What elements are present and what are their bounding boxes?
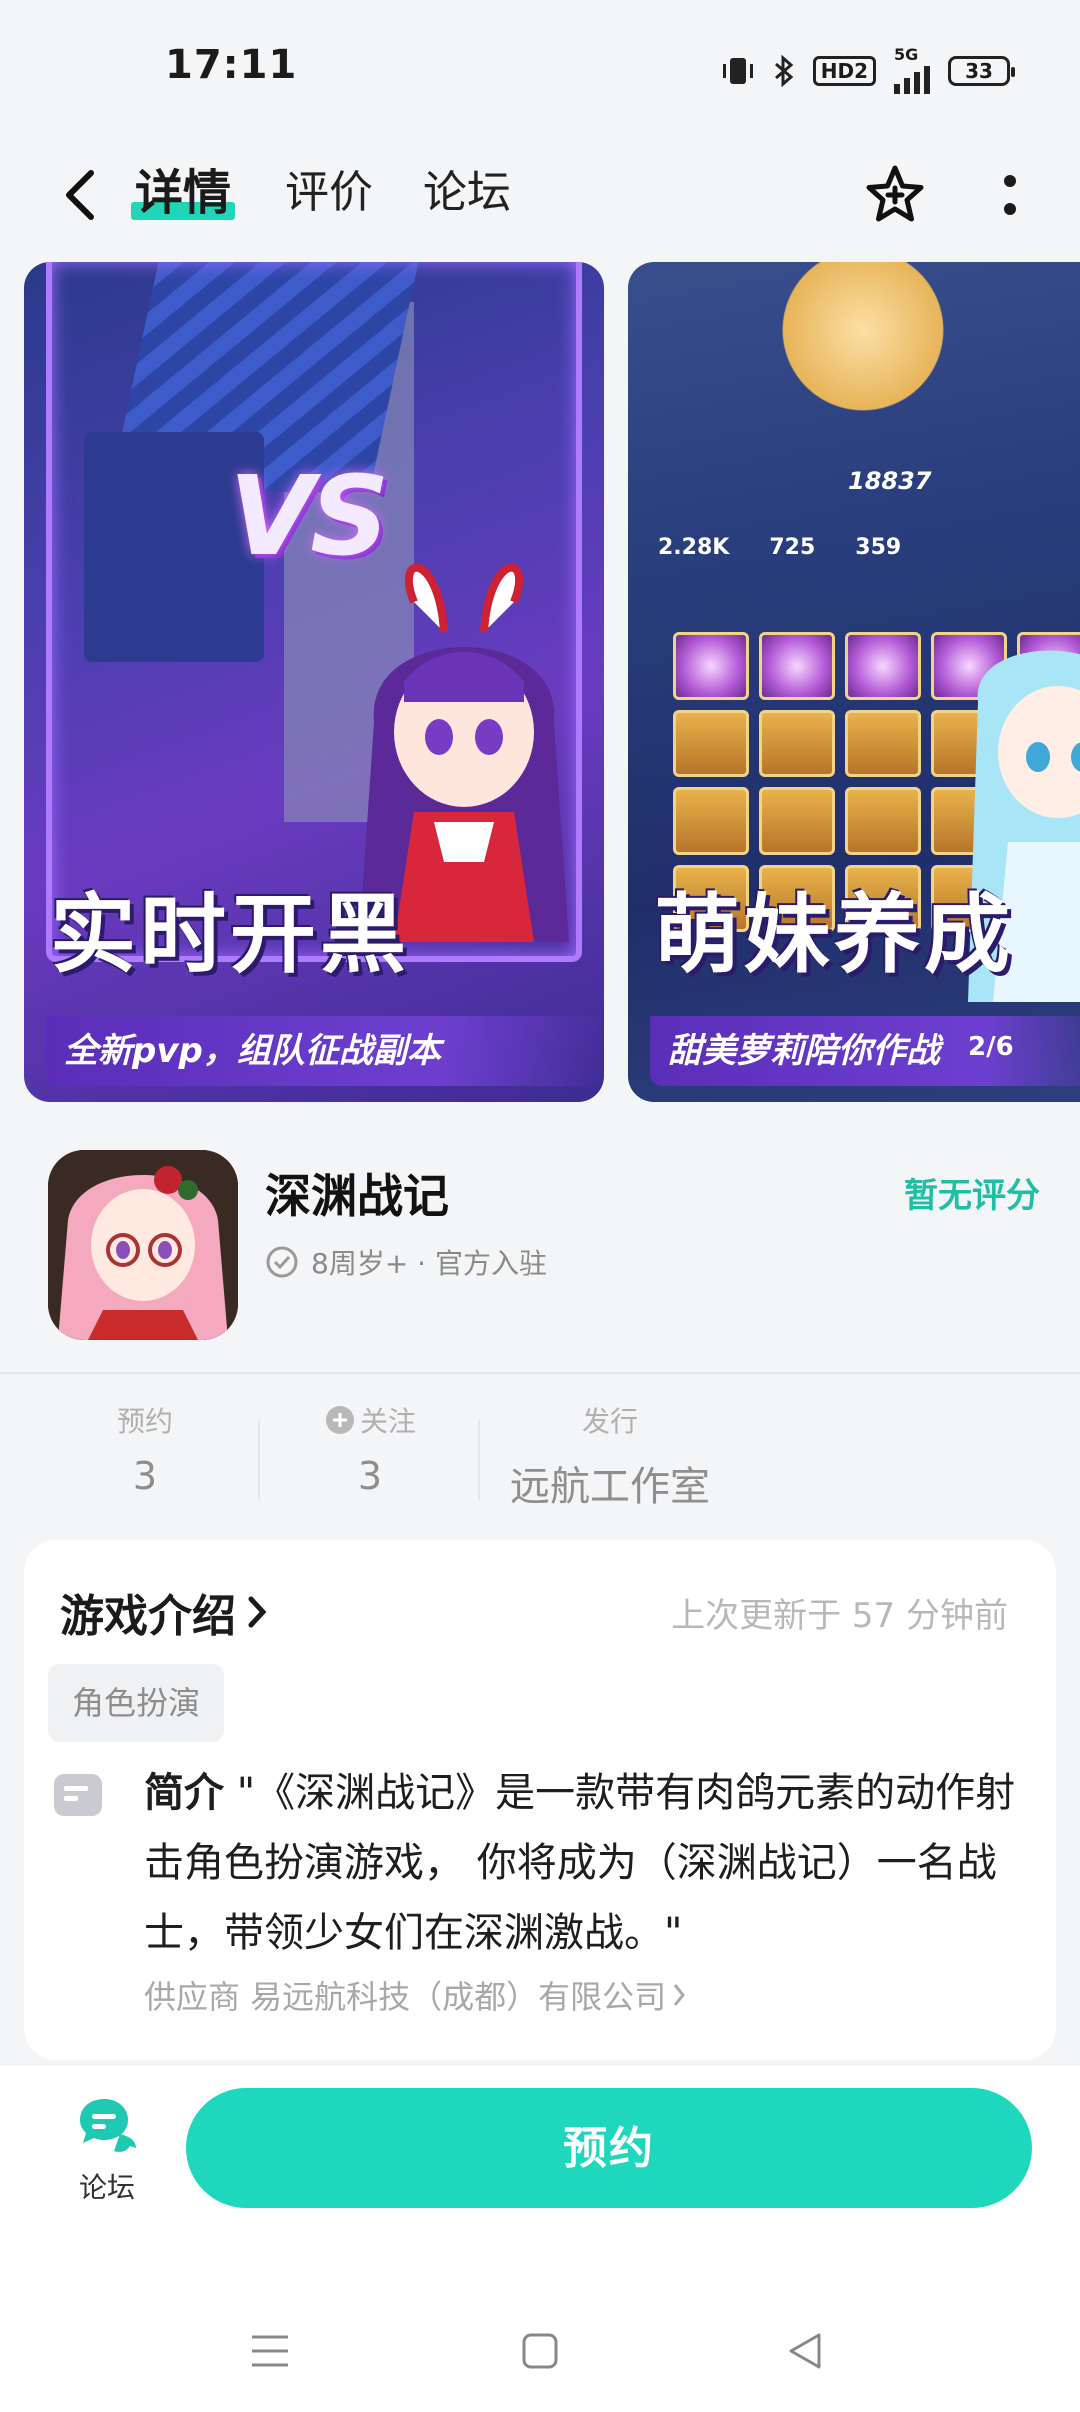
reserve-stat-label: 预约	[116, 1405, 173, 1438]
more-options-button[interactable]	[985, 160, 1035, 230]
screenshot-caption: 全新pvp，组队征战副本	[46, 1016, 604, 1086]
more-dot-icon	[1004, 203, 1016, 215]
follow-stat-label-row: 关注	[320, 1400, 420, 1440]
publisher-stat-value: 远航工作室	[510, 1464, 710, 1510]
verified-check-icon	[266, 1246, 298, 1278]
follow-stat-label: 关注	[359, 1405, 416, 1438]
vs-text: VS	[229, 452, 389, 580]
battery-icon: 33	[948, 56, 1015, 86]
bottom-action-bar: 论坛 预约	[0, 2066, 1080, 2286]
screenshot-2[interactable]: 18837 2.28K 725 359 萌妹养成 甜美萝莉陪你作战 2/6	[628, 262, 1080, 1102]
tab-forum[interactable]: 论坛	[423, 158, 511, 228]
reserve-stat: 预约 3	[110, 1400, 180, 1498]
supplier-link[interactable]: 供应商 易远航科技（成都）有限公司	[144, 1972, 686, 2018]
system-back-button[interactable]	[780, 2326, 830, 2376]
screenshot-carousel[interactable]: VS 实时开黑 全新pvp，组队征战副本 18837 2.28K 725 359	[0, 262, 1080, 1104]
home-square-icon	[522, 2333, 558, 2369]
stats-row: 预约 3 关注 3 发行 远航工作室	[0, 1390, 1080, 1510]
screenshot-2-headline: 萌妹养成	[654, 885, 1014, 985]
tab-reviews[interactable]: 评价	[285, 158, 373, 228]
more-dot-icon	[1004, 175, 1016, 187]
system-nav-bar	[0, 2286, 1080, 2412]
forum-chat-icon	[80, 2099, 136, 2152]
app-info: 深渊战记 暂无评分 8周岁+ · 官方入驻	[0, 1120, 1080, 1370]
screenshot-1[interactable]: VS 实时开黑 全新pvp，组队征战副本	[24, 262, 604, 1102]
app-icon-art	[48, 1150, 238, 1340]
app-icon	[48, 1150, 238, 1340]
stat-separator	[478, 1420, 480, 1500]
forum-button[interactable]: 论坛	[62, 2096, 152, 2206]
intro-title-link[interactable]: 游戏介绍	[60, 1580, 268, 1644]
rating-text[interactable]: 暂无评分	[904, 1168, 1040, 1217]
chevron-right-icon	[248, 1596, 267, 1628]
stat-separator	[258, 1420, 260, 1500]
screenshot-2-caption: 甜美萝莉陪你作战	[650, 1016, 1080, 1086]
menu-lines-icon	[252, 2335, 288, 2367]
signal-icon: 5G	[894, 45, 930, 94]
bluetooth-icon	[773, 55, 795, 87]
blonde-girl-illustration	[778, 262, 948, 432]
defense-stat: 359	[855, 534, 902, 560]
tab-details[interactable]: 详情	[131, 158, 236, 228]
follow-stat[interactable]: 关注 3	[320, 1400, 420, 1498]
favorite-button[interactable]	[860, 160, 930, 230]
reserve-button[interactable]: 预约	[186, 2088, 1032, 2208]
screenshot-headline: 实时开黑	[50, 885, 410, 985]
status-time: 17:11	[165, 42, 298, 88]
summary-body: "《深渊战记》是一款带有肉鸽元素的动作射击角色扮演游戏， 你将成为（深渊战记）一…	[144, 1770, 1016, 1956]
section-divider	[0, 1372, 1080, 1374]
game-stats: 2.28K 725 359	[658, 517, 1080, 577]
attack-stat: 725	[769, 534, 816, 560]
follow-stat-value: 3	[357, 1454, 383, 1498]
summary-icon	[54, 1774, 102, 1816]
add-follow-icon	[325, 1406, 354, 1434]
app-meta: 8周岁+ · 官方入驻	[265, 1242, 547, 1282]
status-icons: HD2 5G 33	[721, 45, 1015, 94]
back-button[interactable]	[55, 165, 105, 225]
publisher-stat[interactable]: 发行 远航工作室	[505, 1400, 715, 1512]
vibrate-icon	[721, 55, 755, 87]
game-intro-card: 游戏介绍 上次更新于 57 分钟前 角色扮演 简介 "《深渊战记》是一款带有肉鸽…	[24, 1540, 1056, 2060]
app-name: 深渊战记	[265, 1169, 449, 1223]
forum-button-label: 论坛	[78, 2171, 135, 2204]
hp-stat: 2.28K	[658, 534, 730, 560]
publisher-stat-label: 发行	[581, 1405, 638, 1438]
last-updated-text: 上次更新于 57 分钟前	[671, 1596, 1008, 1636]
recents-button[interactable]	[245, 2326, 295, 2376]
back-triangle-icon	[789, 2333, 821, 2369]
power-value: 18837	[848, 467, 932, 495]
summary-text: 简介 "《深渊战记》是一款带有肉鸽元素的动作射击角色扮演游戏， 你将成为（深渊战…	[144, 1758, 1024, 1968]
age-and-official-label: 8周岁+ · 官方入驻	[311, 1247, 547, 1280]
hd-icon: HD2	[812, 56, 876, 86]
battery-level: 33	[965, 59, 993, 83]
top-nav: 详情 评价 论坛	[0, 140, 1080, 250]
carousel-pager: 2/6	[968, 1032, 1014, 1062]
network-label: 5G	[894, 45, 919, 64]
summary-label: 简介	[144, 1770, 224, 1816]
tab-details-label: 详情	[135, 165, 232, 221]
reserve-stat-value: 3	[132, 1454, 158, 1498]
status-bar: 17:11 HD2 5G 33	[0, 0, 1080, 140]
supplier-text: 供应商 易远航科技（成都）有限公司	[144, 1978, 667, 2016]
genre-tag[interactable]: 角色扮演	[48, 1664, 225, 1742]
chevron-right-icon	[674, 1984, 686, 2006]
home-button[interactable]	[515, 2326, 565, 2376]
star-plus-icon	[866, 165, 924, 222]
back-arrow-icon	[66, 170, 94, 220]
intro-title: 游戏介绍	[60, 1591, 236, 1642]
